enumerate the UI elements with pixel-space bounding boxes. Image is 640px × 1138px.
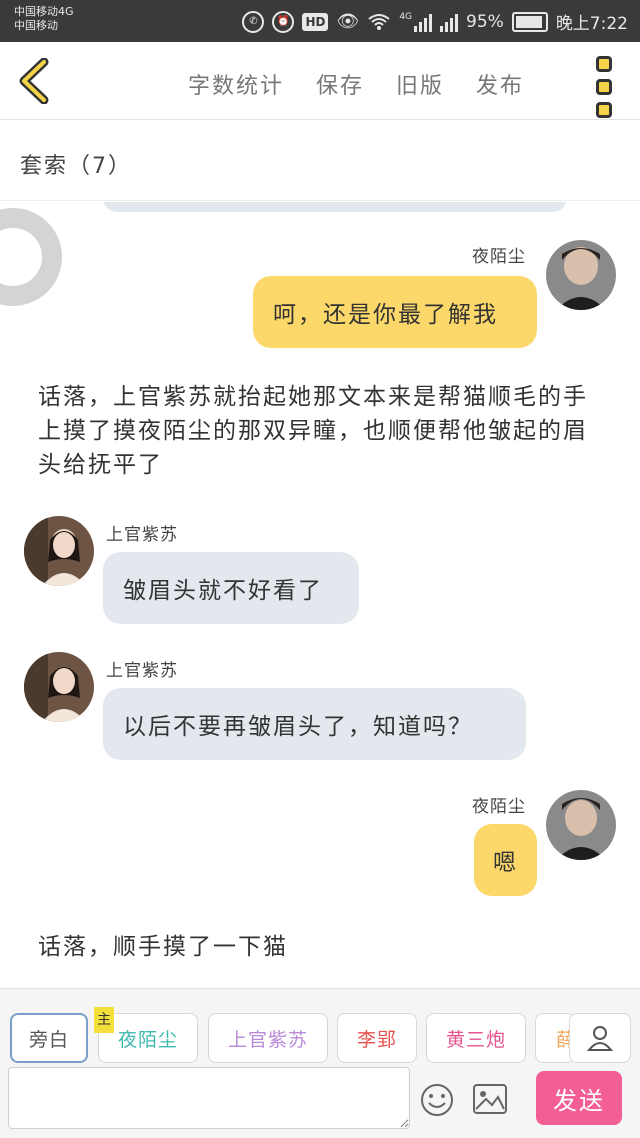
signal-icon-4g: 4G bbox=[399, 11, 433, 32]
avatar-female[interactable] bbox=[24, 516, 94, 586]
person-icon bbox=[586, 1026, 614, 1051]
character-chip-label: 黄三炮 bbox=[445, 1028, 506, 1051]
composer-panel: 旁白 夜陌尘 主 上官紫苏 李郢 黄三炮 薛 发送 bbox=[0, 988, 640, 1138]
sender-name: 上官紫苏 bbox=[106, 661, 178, 681]
message-bubble-left: 皱眉头就不好看了 bbox=[103, 552, 359, 624]
carrier-line-1: 中国移动4G bbox=[14, 5, 74, 18]
message-bubble-right: 嗯 bbox=[474, 824, 537, 896]
alarm-icon: ⏰ bbox=[272, 10, 295, 33]
character-chip[interactable]: 黄三炮 bbox=[426, 1013, 526, 1063]
message-bubble-right: 呵，还是你最了解我 bbox=[253, 276, 537, 348]
character-chip-label: 夜陌尘 bbox=[117, 1028, 178, 1051]
toolbar-menu: 字数统计 保存 旧版 发布 bbox=[188, 68, 524, 100]
carrier-info: 中国移动4G 中国移动 bbox=[14, 5, 74, 33]
chapter-header: 套索（7） bbox=[0, 121, 640, 201]
hd-icon: HD bbox=[302, 12, 329, 31]
carrier-line-2: 中国移动 bbox=[14, 19, 58, 32]
eye-icon: 👁 bbox=[336, 11, 360, 32]
more-dot-icon bbox=[596, 56, 612, 72]
save-button[interactable]: 保存 bbox=[316, 68, 364, 100]
smiley-icon bbox=[421, 1084, 453, 1116]
character-chip-label: 上官紫苏 bbox=[227, 1028, 308, 1051]
narration-text: 话落，顺手摸了一下猫 bbox=[38, 934, 288, 960]
word-count-button[interactable]: 字数统计 bbox=[188, 68, 284, 100]
main-character-tag: 主 bbox=[94, 1007, 114, 1033]
message-bubble-left: 以后不要再皱眉头了，知道吗？ bbox=[103, 688, 526, 760]
avatar-male[interactable] bbox=[546, 240, 616, 310]
manage-characters-button[interactable] bbox=[569, 1013, 631, 1063]
battery-icon bbox=[511, 11, 548, 32]
emoji-button[interactable] bbox=[420, 1083, 454, 1117]
avatar-female[interactable] bbox=[24, 652, 94, 722]
clock: 晚上7:22 bbox=[555, 14, 628, 34]
avatar-male[interactable] bbox=[546, 790, 616, 860]
sender-name: 夜陌尘 bbox=[472, 247, 526, 267]
insert-image-button[interactable] bbox=[472, 1083, 508, 1115]
previous-message-bubble bbox=[103, 202, 567, 212]
image-icon bbox=[473, 1084, 507, 1114]
chapter-title[interactable]: 套索（7） bbox=[20, 148, 132, 180]
sender-name: 上官紫苏 bbox=[106, 525, 178, 545]
chat-area[interactable]: 夜陌尘 呵，还是你最了解我 话落，上官紫苏就抬起她那文本来是帮猫顺毛的手上摸了摸… bbox=[0, 202, 640, 988]
character-chip[interactable]: 上官紫苏 bbox=[208, 1013, 328, 1063]
back-button[interactable] bbox=[14, 57, 58, 105]
character-chip-label: 李郢 bbox=[356, 1028, 397, 1051]
status-icons: ✆ ⏰ HD 👁 4G 95% 晚上7:22 bbox=[242, 9, 628, 34]
narration-text: 话落，上官紫苏就抬起她那文本来是帮猫顺毛的手上摸了摸夜陌尘的那双异瞳，也顺便帮他… bbox=[38, 384, 588, 478]
character-chip[interactable]: 李郢 bbox=[337, 1013, 417, 1063]
signal-icon-2 bbox=[440, 12, 459, 32]
publish-button[interactable]: 发布 bbox=[476, 68, 524, 100]
old-version-button[interactable]: 旧版 bbox=[396, 68, 444, 100]
character-chip-narration[interactable]: 旁白 bbox=[10, 1013, 88, 1063]
wifi-icon bbox=[368, 13, 390, 30]
more-menu-button[interactable] bbox=[596, 56, 616, 118]
call-icon: ✆ bbox=[242, 10, 265, 33]
message-input[interactable] bbox=[8, 1067, 410, 1129]
editor-toolbar: 字数统计 保存 旧版 发布 bbox=[0, 42, 640, 120]
more-dot-icon bbox=[596, 102, 612, 118]
battery-percent: 95% bbox=[466, 11, 504, 32]
chevron-left-icon bbox=[19, 57, 49, 105]
network-type: 4G bbox=[399, 11, 413, 22]
status-bar: 中国移动4G 中国移动 ✆ ⏰ HD 👁 4G 95% 晚上7:22 bbox=[0, 0, 640, 42]
character-chip-label: 旁白 bbox=[28, 1028, 69, 1051]
more-dot-icon bbox=[596, 79, 612, 95]
send-button[interactable]: 发送 bbox=[536, 1071, 622, 1125]
sender-name: 夜陌尘 bbox=[472, 797, 526, 817]
floating-ring-button[interactable] bbox=[0, 208, 62, 306]
